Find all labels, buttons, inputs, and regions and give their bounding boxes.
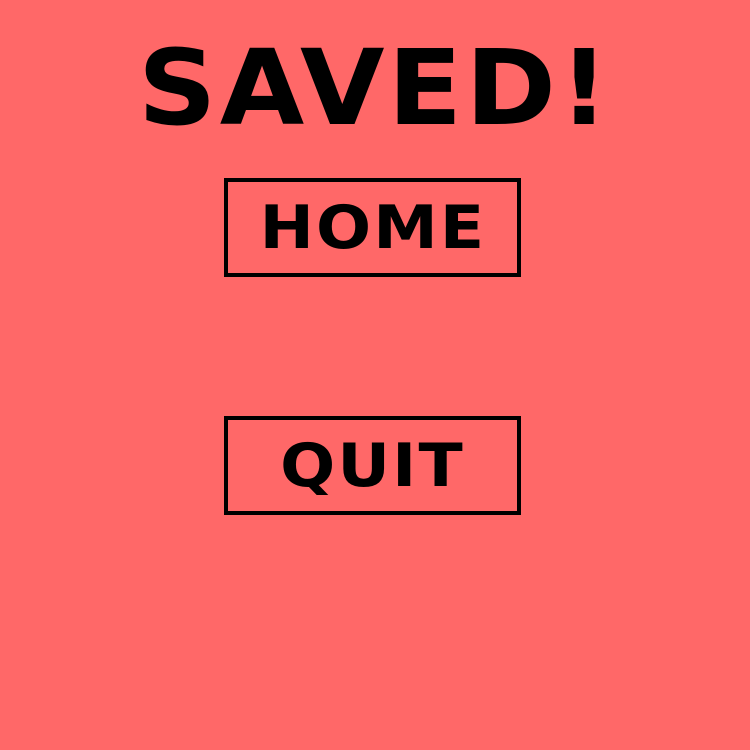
quit-button-label: QUIT bbox=[280, 430, 465, 501]
saved-screen: SAVED! HOME QUIT bbox=[0, 0, 750, 750]
page-title: SAVED! bbox=[137, 27, 613, 149]
home-button[interactable]: HOME bbox=[224, 178, 521, 277]
home-button-label: HOME bbox=[259, 192, 486, 263]
quit-button[interactable]: QUIT bbox=[224, 416, 521, 515]
